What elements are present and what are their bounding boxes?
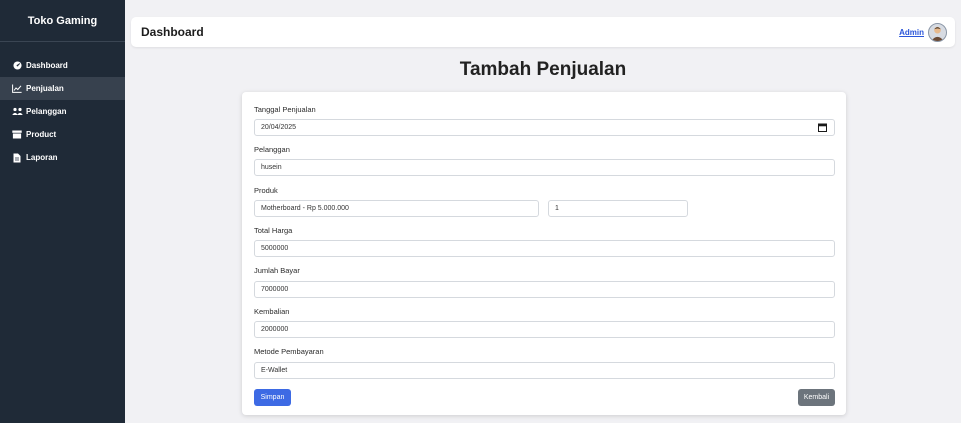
avatar[interactable] — [928, 22, 947, 42]
brand-title: Toko Gaming — [0, 0, 125, 42]
user-avatar-icon — [931, 26, 944, 41]
metode-value: E-Wallet — [261, 367, 288, 374]
bayar-input[interactable]: 7000000 — [254, 281, 835, 298]
topbar-title: Dashboard — [141, 25, 204, 39]
gauge-icon — [11, 61, 23, 70]
sidebar-item-product[interactable]: Product — [0, 123, 125, 146]
pelanggan-input[interactable]: husein — [254, 159, 835, 176]
page-title: Tambah Penjualan — [459, 59, 627, 80]
sale-form: Tanggal Penjualan 20/04/2025 Pelanggan h… — [242, 92, 846, 415]
sidebar: Toko Gaming Dashboard Penjualan Pelangga… — [0, 0, 125, 423]
quantity-value: 1 — [555, 205, 559, 212]
bayar-label: Jumlah Bayar — [254, 266, 300, 275]
chart-line-icon — [11, 84, 23, 93]
kembalian-input[interactable]: 2000000 — [254, 321, 835, 338]
metode-label: Metode Pembayaran — [254, 347, 324, 356]
tanggal-label: Tanggal Penjualan — [254, 105, 316, 114]
bayar-value: 7000000 — [261, 286, 289, 293]
quantity-input[interactable]: 1 — [548, 200, 688, 217]
topbar: Dashboard Admin — [131, 17, 955, 47]
total-label: Total Harga — [254, 226, 293, 235]
produk-select[interactable]: Motherboard - Rp 5.000.000 — [254, 200, 539, 217]
sidebar-item-label: Dashboard — [26, 61, 68, 70]
sidebar-nav: Dashboard Penjualan Pelanggan Product La… — [0, 42, 125, 169]
pelanggan-label: Pelanggan — [254, 145, 290, 154]
metode-input[interactable]: E-Wallet — [254, 362, 835, 379]
tanggal-value: 20/04/2025 — [261, 124, 297, 131]
pelanggan-value: husein — [261, 164, 282, 171]
kembalian-label: Kembalian — [254, 307, 290, 316]
total-value: 5000000 — [261, 245, 289, 252]
save-button[interactable]: Simpan — [254, 389, 291, 406]
sidebar-item-label: Laporan — [26, 153, 58, 162]
sidebar-item-label: Product — [26, 130, 57, 139]
tanggal-input[interactable]: 20/04/2025 — [254, 119, 835, 136]
kembalian-value: 2000000 — [261, 326, 289, 333]
sidebar-item-label: Penjualan — [26, 84, 64, 93]
produk-value: Motherboard - Rp 5.000.000 — [261, 205, 349, 212]
calendar-icon[interactable] — [818, 123, 827, 138]
file-icon — [11, 153, 23, 163]
sidebar-item-laporan[interactable]: Laporan — [0, 146, 125, 169]
produk-label: Produk — [254, 186, 278, 195]
user-link[interactable]: Admin — [899, 28, 924, 37]
total-input[interactable]: 5000000 — [254, 240, 835, 257]
user-menu[interactable]: Admin — [899, 22, 947, 42]
sidebar-item-dashboard[interactable]: Dashboard — [0, 54, 125, 77]
back-button[interactable]: Kembali — [798, 389, 835, 406]
sidebar-item-label: Pelanggan — [26, 107, 67, 116]
box-icon — [11, 130, 23, 139]
sidebar-item-pelanggan[interactable]: Pelanggan — [0, 100, 125, 123]
users-icon — [11, 107, 23, 116]
sidebar-item-penjualan[interactable]: Penjualan — [0, 77, 125, 100]
